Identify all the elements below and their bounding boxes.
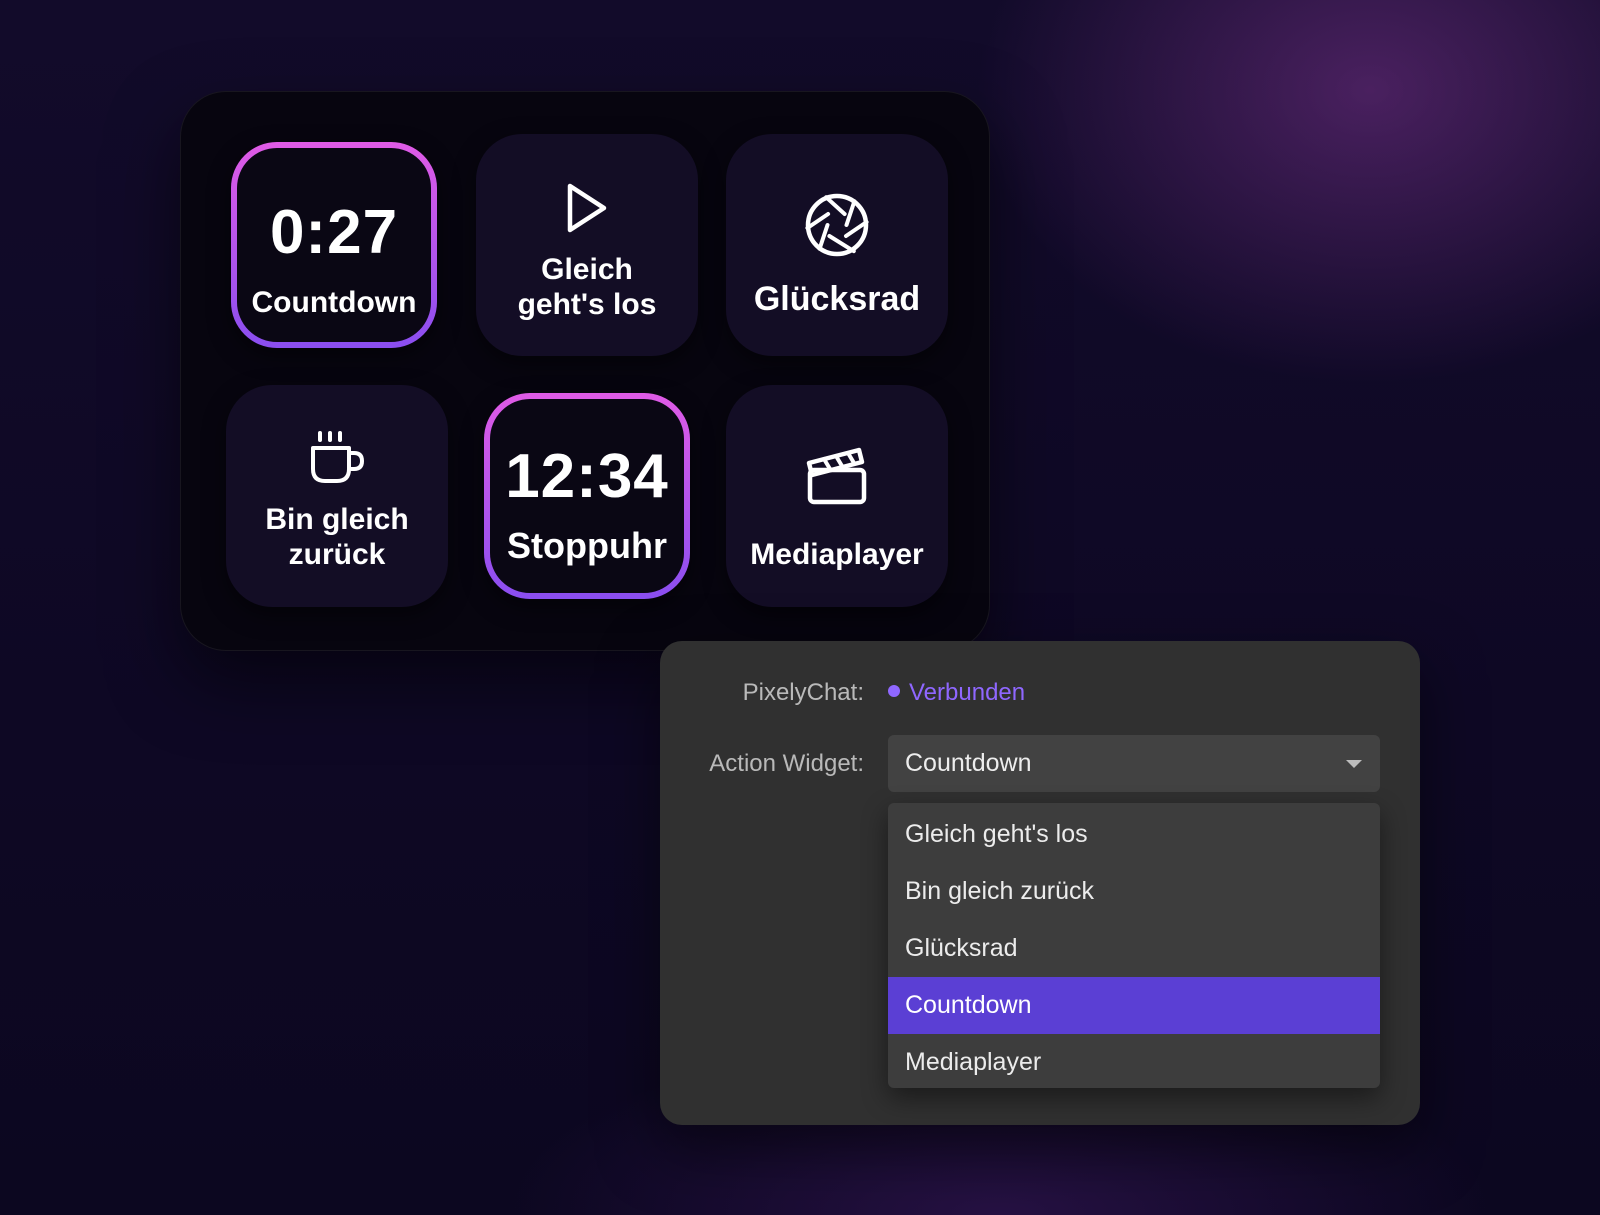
action-widget-dropdown: Gleich geht's los Bin gleich zurück Glüc… (888, 803, 1380, 1088)
dropdown-option-countdown[interactable]: Countdown (888, 977, 1380, 1034)
status-dot-icon (888, 685, 900, 697)
tile-mediaplayer-label: Mediaplayer (750, 538, 924, 571)
tile-gleich-gehts-los[interactable]: Gleich geht's los (476, 134, 698, 356)
tile-mediaplayer[interactable]: Mediaplayer (726, 385, 948, 607)
clapperboard-icon (805, 443, 869, 512)
tile-gleich-label-line2: geht's los (517, 288, 657, 321)
tile-mediaplayer-inner: Mediaplayer (726, 385, 948, 607)
stream-deck-panel: 0:27 Countdown Gleich geht's los Glücksr… (180, 91, 990, 651)
tile-countdown[interactable]: 0:27 Countdown (231, 142, 437, 348)
dropdown-option-bin-gleich-zurueck[interactable]: Bin gleich zurück (888, 863, 1380, 920)
tile-gleich-label: Gleich geht's los (476, 252, 698, 322)
action-widget-label: Action Widget: (709, 750, 864, 777)
tile-countdown-label: Countdown (251, 286, 417, 319)
tile-countdown-inner: 0:27 Countdown (237, 148, 431, 342)
settings-panel: PixelyChat: Verbunden Action Widget: Cou… (660, 641, 1420, 1125)
tile-bin-gleich-label: Bin gleich zurück (226, 502, 448, 572)
connection-status-text: Verbunden (909, 679, 1026, 706)
dropdown-option-gluecksrad[interactable]: Glücksrad (888, 920, 1380, 977)
tile-gluecksrad[interactable]: Glücksrad (726, 134, 948, 356)
tile-bin-gleich-label-line1: Bin gleich (265, 503, 409, 536)
aperture-icon (804, 192, 870, 263)
tile-gluecksrad-label: Glücksrad (753, 280, 921, 318)
tile-stoppuhr[interactable]: 12:34 Stoppuhr (484, 393, 690, 599)
connection-status: Verbunden (888, 679, 1025, 707)
play-icon (565, 182, 609, 239)
countdown-value: 0:27 (269, 198, 399, 267)
tile-bin-gleich-label-line2: zurück (288, 538, 386, 571)
tile-gleich-label-line1: Gleich (541, 253, 633, 286)
pixelychat-label: PixelyChat: (742, 679, 864, 706)
stoppuhr-value: 12:34 (505, 442, 669, 511)
tile-gleich-inner: Gleich geht's los (476, 134, 698, 356)
dropdown-option-mediaplayer[interactable]: Mediaplayer (888, 1034, 1380, 1088)
action-widget-select[interactable]: Countdown (888, 735, 1380, 792)
dropdown-option-gleich-gehts-los[interactable]: Gleich geht's los (888, 806, 1380, 863)
action-widget-select-value: Countdown (905, 749, 1032, 777)
tile-stoppuhr-label: Stoppuhr (507, 525, 667, 566)
tile-stoppuhr-inner: 12:34 Stoppuhr (490, 399, 684, 593)
coffee-cup-icon (308, 429, 366, 492)
chevron-down-icon (1346, 760, 1362, 768)
tile-bin-gleich-zurueck[interactable]: Bin gleich zurück (226, 385, 448, 607)
tile-bin-gleich-inner: Bin gleich zurück (226, 385, 448, 607)
tile-gluecksrad-inner: Glücksrad (726, 134, 948, 356)
